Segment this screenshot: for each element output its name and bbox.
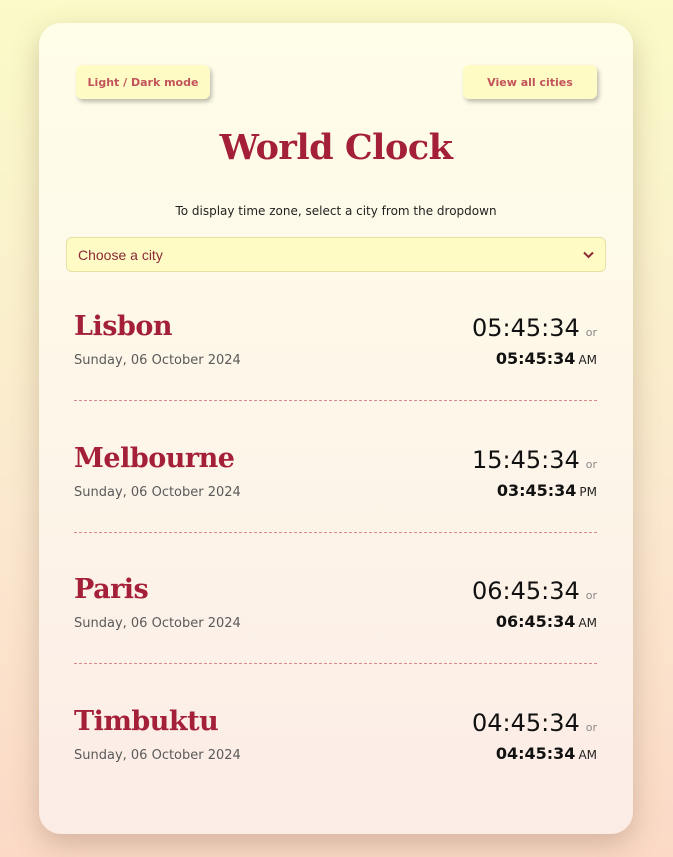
- or-label: or: [585, 721, 597, 734]
- city-row: Melbourne Sunday, 06 October 2024 15:45:…: [74, 443, 597, 553]
- time-12h-value: 04:45:34: [495, 744, 576, 763]
- city-row: Timbuktu Sunday, 06 October 2024 04:45:3…: [74, 706, 597, 816]
- time-24h: 06:45:34 or: [472, 577, 597, 605]
- time-12h: 05:45:34 AM: [496, 349, 597, 368]
- page-title: World Clock: [219, 127, 453, 168]
- or-label: or: [585, 458, 597, 471]
- am-pm-label: AM: [578, 748, 597, 762]
- time-12h-value: 06:45:34: [495, 612, 576, 631]
- city-name: Melbourne: [74, 443, 235, 474]
- city-row: Paris Sunday, 06 October 2024 06:45:34 or…: [74, 574, 597, 684]
- city-name: Timbuktu: [74, 706, 219, 737]
- city-date: Sunday, 06 October 2024: [74, 353, 241, 368]
- time-12h: 03:45:34 PM: [497, 481, 597, 500]
- time-24h: 15:45:34 or: [472, 446, 597, 474]
- view-all-cities-button[interactable]: View all cities: [463, 65, 597, 99]
- time-12h-value: 03:45:34: [496, 481, 577, 500]
- time-24h-value: 15:45:34: [471, 446, 580, 474]
- time-24h-value: 05:45:34: [471, 314, 580, 342]
- chevron-down-icon: [583, 248, 594, 262]
- city-date: Sunday, 06 October 2024: [74, 748, 241, 763]
- time-24h-value: 06:45:34: [471, 577, 580, 605]
- instructions-text: To display time zone, select a city from…: [175, 204, 497, 218]
- time-24h: 04:45:34 or: [472, 709, 597, 737]
- or-label: or: [585, 589, 597, 602]
- city-name: Paris: [74, 574, 149, 605]
- time-24h-value: 04:45:34: [471, 709, 580, 737]
- or-label: or: [585, 326, 597, 339]
- am-pm-label: AM: [578, 616, 597, 630]
- time-12h: 04:45:34 AM: [496, 744, 597, 763]
- light-dark-mode-button[interactable]: Light / Dark mode: [76, 65, 210, 99]
- divider: [74, 532, 597, 533]
- city-select-value: Choose a city: [78, 246, 163, 263]
- time-12h-value: 05:45:34: [495, 349, 576, 368]
- am-pm-label: PM: [579, 485, 597, 499]
- city-date: Sunday, 06 October 2024: [74, 485, 241, 500]
- time-12h: 06:45:34 AM: [496, 612, 597, 631]
- city-date: Sunday, 06 October 2024: [74, 616, 241, 631]
- city-select[interactable]: Choose a city: [66, 237, 606, 272]
- city-name: Lisbon: [74, 311, 172, 342]
- divider: [74, 663, 597, 664]
- divider: [74, 400, 597, 401]
- city-row: Lisbon Sunday, 06 October 2024 05:45:34 o…: [74, 311, 597, 421]
- am-pm-label: AM: [578, 353, 597, 367]
- time-24h: 05:45:34 or: [472, 314, 597, 342]
- world-clock-card: Light / Dark mode View all cities World …: [39, 23, 633, 834]
